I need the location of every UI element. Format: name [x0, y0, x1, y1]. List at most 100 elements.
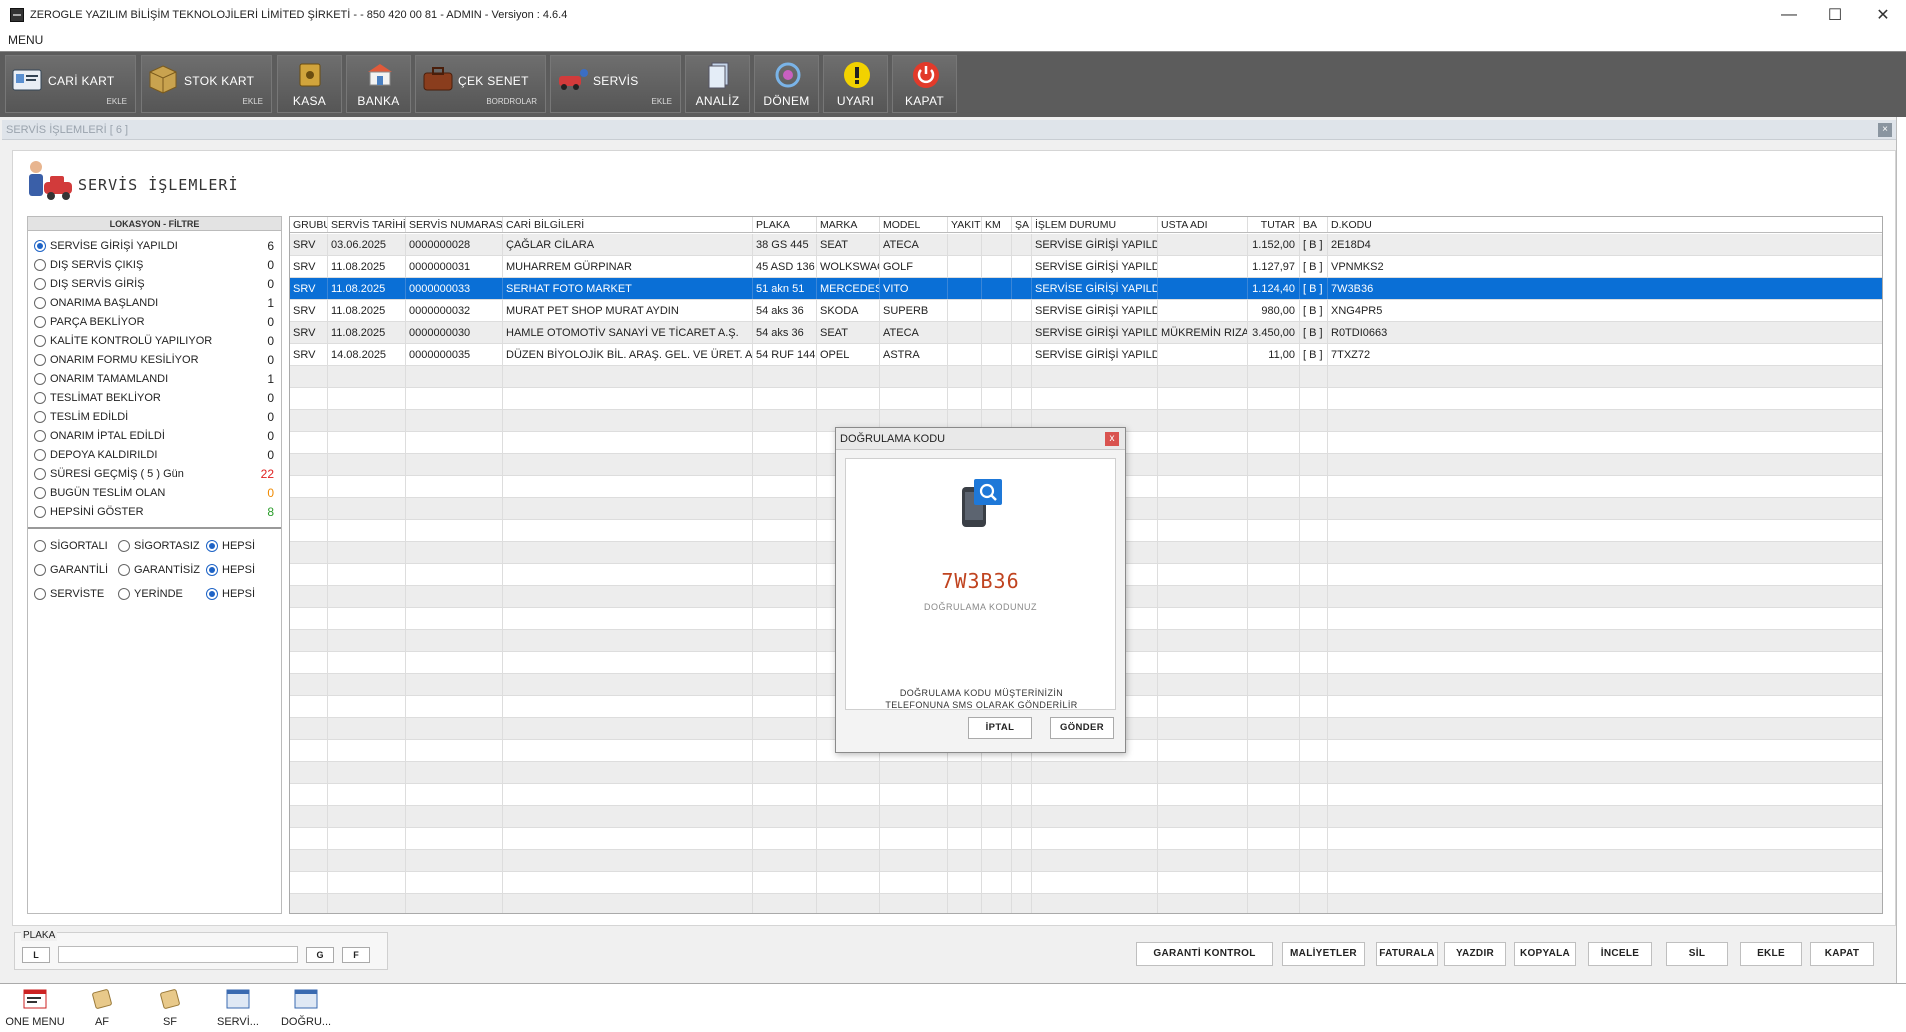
column-header[interactable]: TUTAR — [1248, 217, 1300, 232]
kasa-button[interactable]: KASA — [277, 55, 342, 113]
filter-option[interactable]: TESLİMAT BEKLİYOR 0 — [34, 389, 274, 407]
radio-button[interactable] — [34, 487, 46, 499]
radio-button[interactable] — [34, 335, 46, 347]
radio-button[interactable] — [34, 316, 46, 328]
filter-toggle-option[interactable]: HEPSİ — [206, 561, 296, 579]
uyari-button[interactable]: UYARI — [823, 55, 888, 113]
action-button[interactable]: SİL — [1666, 942, 1728, 966]
action-button[interactable]: EKLE — [1740, 942, 1802, 966]
radio-button[interactable] — [34, 506, 46, 518]
plaka-g-button[interactable]: G — [306, 947, 334, 963]
filter-option[interactable]: PARÇA BEKLİYOR 0 — [34, 313, 274, 331]
radio-button[interactable] — [118, 564, 130, 576]
radio-button[interactable] — [206, 564, 218, 576]
column-header[interactable]: GRUBU — [290, 217, 328, 232]
column-header[interactable]: ŞA — [1012, 217, 1032, 232]
table-row[interactable]: SRV 11.08.2025 0000000032 MURAT PET SHOP MU… — [290, 300, 1882, 322]
filter-option[interactable]: BUGÜN TESLİM OLAN 0 — [34, 484, 274, 502]
radio-button[interactable] — [34, 564, 46, 576]
filter-option[interactable]: DIŞ SERVİS ÇIKIŞ 0 — [34, 256, 274, 274]
filter-option[interactable]: SERVİSE GİRİŞİ YAPILDI 6 — [34, 237, 274, 255]
column-header[interactable]: MODEL — [880, 217, 948, 232]
table-row[interactable]: SRV 11.08.2025 0000000033 SERHAT FOTO MARKE… — [290, 278, 1882, 300]
dialog-cancel-button[interactable]: İPTAL — [968, 717, 1032, 739]
action-button[interactable]: GARANTİ KONTROL — [1136, 942, 1273, 966]
radio-button[interactable] — [34, 259, 46, 271]
banka-button[interactable]: BANKA — [346, 55, 411, 113]
radio-button[interactable] — [34, 373, 46, 385]
task-one-menu[interactable]: ONE MENU — [2, 987, 68, 1031]
radio-button[interactable] — [34, 240, 46, 252]
radio-button[interactable] — [118, 588, 130, 600]
table-row[interactable]: SRV 11.08.2025 0000000030 HAMLE OTOMOTİV SA… — [290, 322, 1882, 344]
plaka-input[interactable] — [58, 946, 298, 963]
radio-button[interactable] — [34, 354, 46, 366]
cek-senet-button[interactable]: ÇEK SENET BORDROLAR — [415, 55, 546, 113]
radio-button[interactable] — [34, 392, 46, 404]
column-header[interactable]: YAKIT — [948, 217, 982, 232]
plaka-f-button[interactable]: F — [342, 947, 370, 963]
radio-button[interactable] — [34, 297, 46, 309]
kapat-toolbar-button[interactable]: KAPAT — [892, 55, 957, 113]
radio-button[interactable] — [206, 588, 218, 600]
plaka-l-button[interactable]: L — [22, 947, 50, 963]
filter-toggle-option[interactable]: GARANTİLİ — [34, 561, 124, 579]
dialog-close-button[interactable]: x — [1105, 432, 1119, 446]
filter-option[interactable]: ONARIM FORMU KESİLİYOR 0 — [34, 351, 274, 369]
filter-option[interactable]: TESLİM EDİLDİ 0 — [34, 408, 274, 426]
task-sf[interactable]: SF — [138, 987, 202, 1031]
radio-button[interactable] — [34, 449, 46, 461]
filter-toggle-option[interactable]: GARANTİSİZ — [118, 561, 208, 579]
filter-toggle-option[interactable]: SİGORTALI — [34, 537, 124, 555]
radio-button[interactable] — [34, 588, 46, 600]
filter-option[interactable]: ONARIM TAMAMLANDI 1 — [34, 370, 274, 388]
minimize-button[interactable]: — — [1766, 0, 1812, 30]
action-button[interactable]: YAZDIR — [1444, 942, 1506, 966]
table-row[interactable]: SRV 11.08.2025 0000000031 MUHARREM GÜRPINAR… — [290, 256, 1882, 278]
column-header[interactable]: PLAKA — [753, 217, 817, 232]
column-header[interactable]: İŞLEM DURUMU — [1032, 217, 1158, 232]
filter-option[interactable]: ONARIM İPTAL EDİLDİ 0 — [34, 427, 274, 445]
filter-toggle-option[interactable]: SİGORTASIZ — [118, 537, 208, 555]
action-button[interactable]: KOPYALA — [1514, 942, 1576, 966]
dialog-send-button[interactable]: GÖNDER — [1050, 717, 1114, 739]
close-window-button[interactable]: ✕ — [1860, 0, 1906, 30]
task-dogrulama[interactable]: DOĞRU... — [274, 987, 338, 1031]
radio-button[interactable] — [34, 468, 46, 480]
radio-button[interactable] — [34, 540, 46, 552]
stok-kart-button[interactable]: STOK KART EKLE — [141, 55, 272, 113]
column-header[interactable]: MARKA — [817, 217, 880, 232]
filter-option[interactable]: DEPOYA KALDIRILDI 0 — [34, 446, 274, 464]
radio-button[interactable] — [34, 411, 46, 423]
cari-kart-button[interactable]: CARİ KART EKLE — [5, 55, 136, 113]
column-header[interactable]: BA — [1300, 217, 1328, 232]
panel-close-button[interactable]: × — [1878, 123, 1892, 137]
radio-button[interactable] — [34, 430, 46, 442]
filter-option[interactable]: HEPSİNİ GÖSTER 8 — [34, 503, 274, 521]
column-header[interactable]: USTA ADI — [1158, 217, 1248, 232]
task-servis[interactable]: SERVİ... — [206, 987, 270, 1031]
filter-option[interactable]: SÜRESİ GEÇMİŞ ( 5 ) Gün 22 — [34, 465, 274, 483]
action-button[interactable]: İNCELE — [1588, 942, 1652, 966]
analiz-button[interactable]: ANALİZ — [685, 55, 750, 113]
column-header[interactable]: SERVİS TARİHİ — [328, 217, 406, 232]
column-header[interactable]: SERVİS NUMARASI — [406, 217, 503, 232]
filter-toggle-option[interactable]: YERİNDE — [118, 585, 208, 603]
filter-option[interactable]: DIŞ SERVİS GİRİŞ 0 — [34, 275, 274, 293]
action-button[interactable]: FATURALA — [1376, 942, 1438, 966]
filter-option[interactable]: ONARIMA BAŞLANDI 1 — [34, 294, 274, 312]
filter-option[interactable]: KALİTE KONTROLÜ YAPILIYOR 0 — [34, 332, 274, 350]
table-row[interactable]: SRV 03.06.2025 0000000028 ÇAĞLAR CİLARA 38 G… — [290, 234, 1882, 256]
radio-button[interactable] — [118, 540, 130, 552]
column-header[interactable]: KM — [982, 217, 1012, 232]
column-header[interactable]: D.KODU — [1328, 217, 1882, 232]
menu-item[interactable]: MENU — [8, 33, 43, 47]
filter-toggle-option[interactable]: HEPSİ — [206, 585, 296, 603]
maximize-button[interactable]: ☐ — [1812, 0, 1858, 30]
task-af[interactable]: AF — [70, 987, 134, 1031]
action-button[interactable]: MALİYETLER — [1282, 942, 1365, 966]
table-row[interactable]: SRV 14.08.2025 0000000035 DÜZEN BİYOLOJİK B… — [290, 344, 1882, 366]
radio-button[interactable] — [34, 278, 46, 290]
servis-button[interactable]: SERVİS EKLE — [550, 55, 681, 113]
radio-button[interactable] — [206, 540, 218, 552]
